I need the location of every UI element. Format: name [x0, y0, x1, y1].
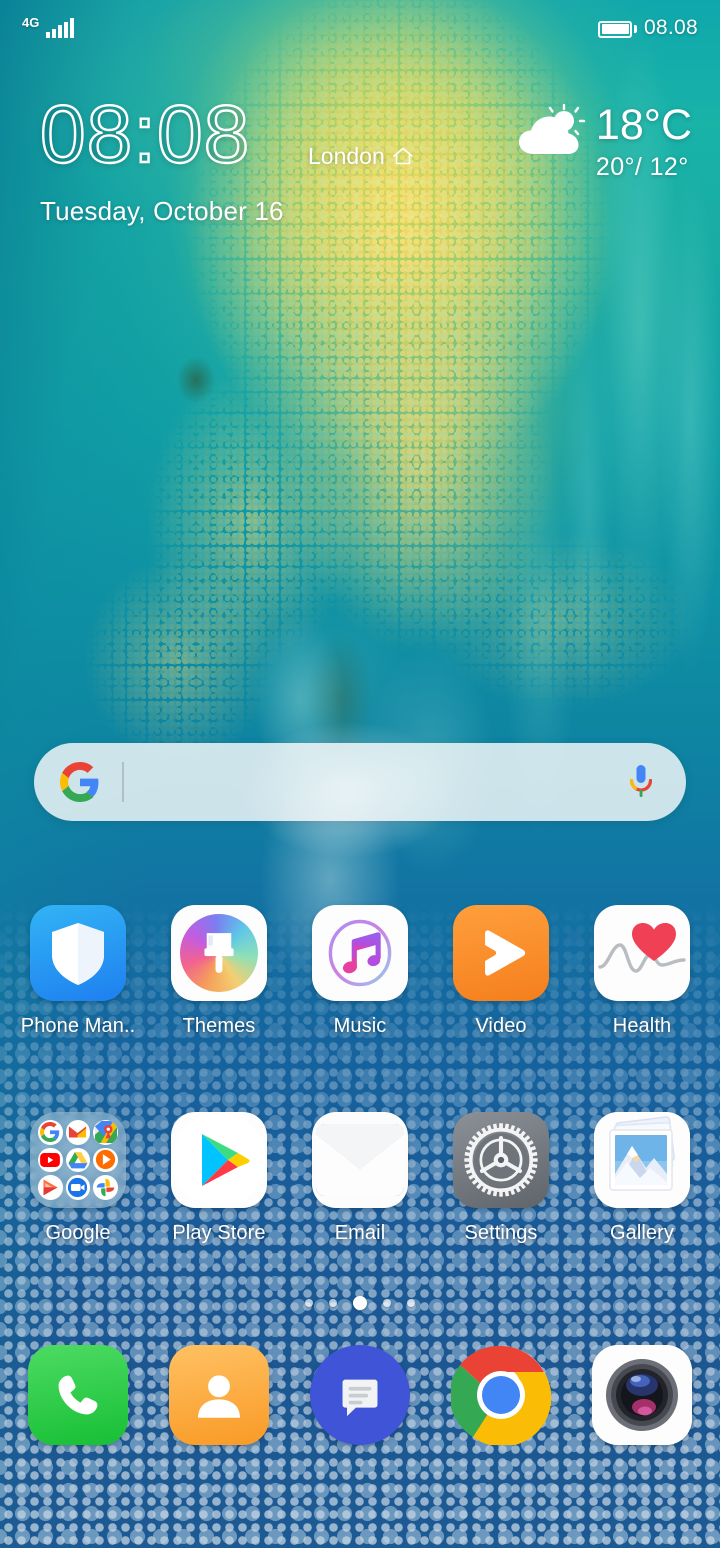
app-row-2: Google Play Store Email Settings Gallery: [0, 1112, 720, 1245]
app-play-store[interactable]: Play Store: [163, 1112, 275, 1245]
app-label: Phone Man..: [20, 1015, 136, 1037]
clock-weather-widget[interactable]: 08:08 London 18°C 20°/ 12° Tuesday, Octo…: [0, 89, 720, 227]
app-label: Video: [475, 1015, 527, 1037]
app-health[interactable]: Health: [586, 905, 698, 1038]
clock-city-row: London: [308, 143, 414, 170]
app-label: Themes: [182, 1015, 256, 1037]
status-bar-left: 4G: [22, 16, 74, 38]
partly-cloudy-icon: [518, 104, 586, 154]
contacts-icon: [169, 1345, 269, 1445]
app-folder-google[interactable]: Google: [22, 1112, 134, 1245]
signal-bars-icon: [46, 18, 74, 38]
app-row-1: Phone Man.. Themes Music Video Health: [0, 905, 720, 1038]
email-icon: [312, 1112, 408, 1208]
app-phone-manager[interactable]: Phone Man..: [20, 905, 136, 1038]
health-icon: [594, 905, 690, 1001]
clock-block[interactable]: 08:08 London: [39, 89, 413, 180]
google-maps-icon: [93, 1120, 118, 1145]
app-label: Google: [45, 1222, 111, 1244]
status-bar[interactable]: 4G 08.08: [0, 0, 720, 54]
google-drive-icon: [65, 1147, 91, 1173]
google-g-icon: [60, 762, 99, 802]
weather-high-low: 20°/ 12°: [595, 153, 689, 181]
dock-item-contacts[interactable]: [163, 1345, 275, 1445]
youtube-icon: [38, 1147, 63, 1173]
app-themes[interactable]: Themes: [163, 905, 275, 1038]
music-icon: [312, 905, 408, 1001]
search-input[interactable]: [124, 743, 627, 821]
app-email[interactable]: Email: [304, 1112, 416, 1245]
weather-temps: 18°C 20°/ 12°: [596, 104, 692, 182]
app-video[interactable]: Video: [445, 905, 557, 1038]
app-label: Email: [334, 1222, 386, 1244]
weather-block[interactable]: 18°C 20°/ 12°: [516, 104, 692, 182]
page-dot-3-active[interactable]: [353, 1296, 367, 1310]
messages-icon: [310, 1345, 410, 1445]
app-label: Gallery: [609, 1222, 675, 1244]
settings-icon: [453, 1112, 549, 1208]
microphone-icon[interactable]: [626, 762, 656, 802]
clock-time: 08:08: [39, 89, 251, 180]
play-music-icon: [93, 1147, 118, 1173]
google-photos-icon: [93, 1175, 118, 1200]
clock-date-label: Tuesday, October 16: [40, 196, 284, 226]
home-icon: [392, 148, 413, 165]
page-indicator[interactable]: [0, 1296, 720, 1310]
dock-item-messages[interactable]: [304, 1345, 416, 1445]
play-movies-icon: [38, 1175, 63, 1200]
video-icon: [453, 905, 549, 1001]
google-search-bar[interactable]: [34, 743, 686, 821]
status-bar-right: 08.08: [598, 17, 698, 38]
gmail-icon: [65, 1120, 91, 1145]
page-dot-1[interactable]: [305, 1299, 313, 1307]
page-dot-5[interactable]: [407, 1299, 415, 1307]
dock: [0, 1345, 720, 1445]
page-dot-4[interactable]: [383, 1299, 391, 1307]
app-label: Health: [612, 1015, 672, 1037]
page-dot-2[interactable]: [329, 1299, 337, 1307]
dock-item-chrome[interactable]: [445, 1345, 557, 1445]
dock-item-phone[interactable]: [22, 1345, 134, 1445]
clock-city-label: London: [308, 142, 385, 169]
app-label: Music: [333, 1015, 387, 1037]
chrome-icon: [451, 1345, 551, 1445]
play-store-icon: [171, 1112, 267, 1208]
camera-icon: [592, 1345, 692, 1445]
weather-current-temp: 18°C: [595, 101, 692, 149]
google-search-icon: [38, 1120, 63, 1145]
app-label: Settings: [464, 1222, 538, 1244]
app-settings[interactable]: Settings: [445, 1112, 557, 1245]
gallery-icon: [594, 1112, 690, 1208]
home-screen: 4G 08.08 08:08 London 18°C 20°/ 12° Tues…: [0, 0, 720, 1548]
status-bar-clock: 08.08: [643, 15, 698, 39]
google-duo-icon: [65, 1175, 91, 1200]
app-music[interactable]: Music: [304, 905, 416, 1038]
app-gallery[interactable]: Gallery: [586, 1112, 698, 1245]
phone-manager-icon: [30, 905, 126, 1001]
network-type-label: 4G: [22, 15, 40, 30]
dock-item-camera[interactable]: [586, 1345, 698, 1445]
themes-icon: [171, 905, 267, 1001]
app-label: Play Store: [172, 1222, 266, 1244]
phone-dialer-icon: [28, 1345, 128, 1445]
google-folder-icon: [30, 1112, 126, 1208]
battery-full-icon: [598, 20, 637, 38]
